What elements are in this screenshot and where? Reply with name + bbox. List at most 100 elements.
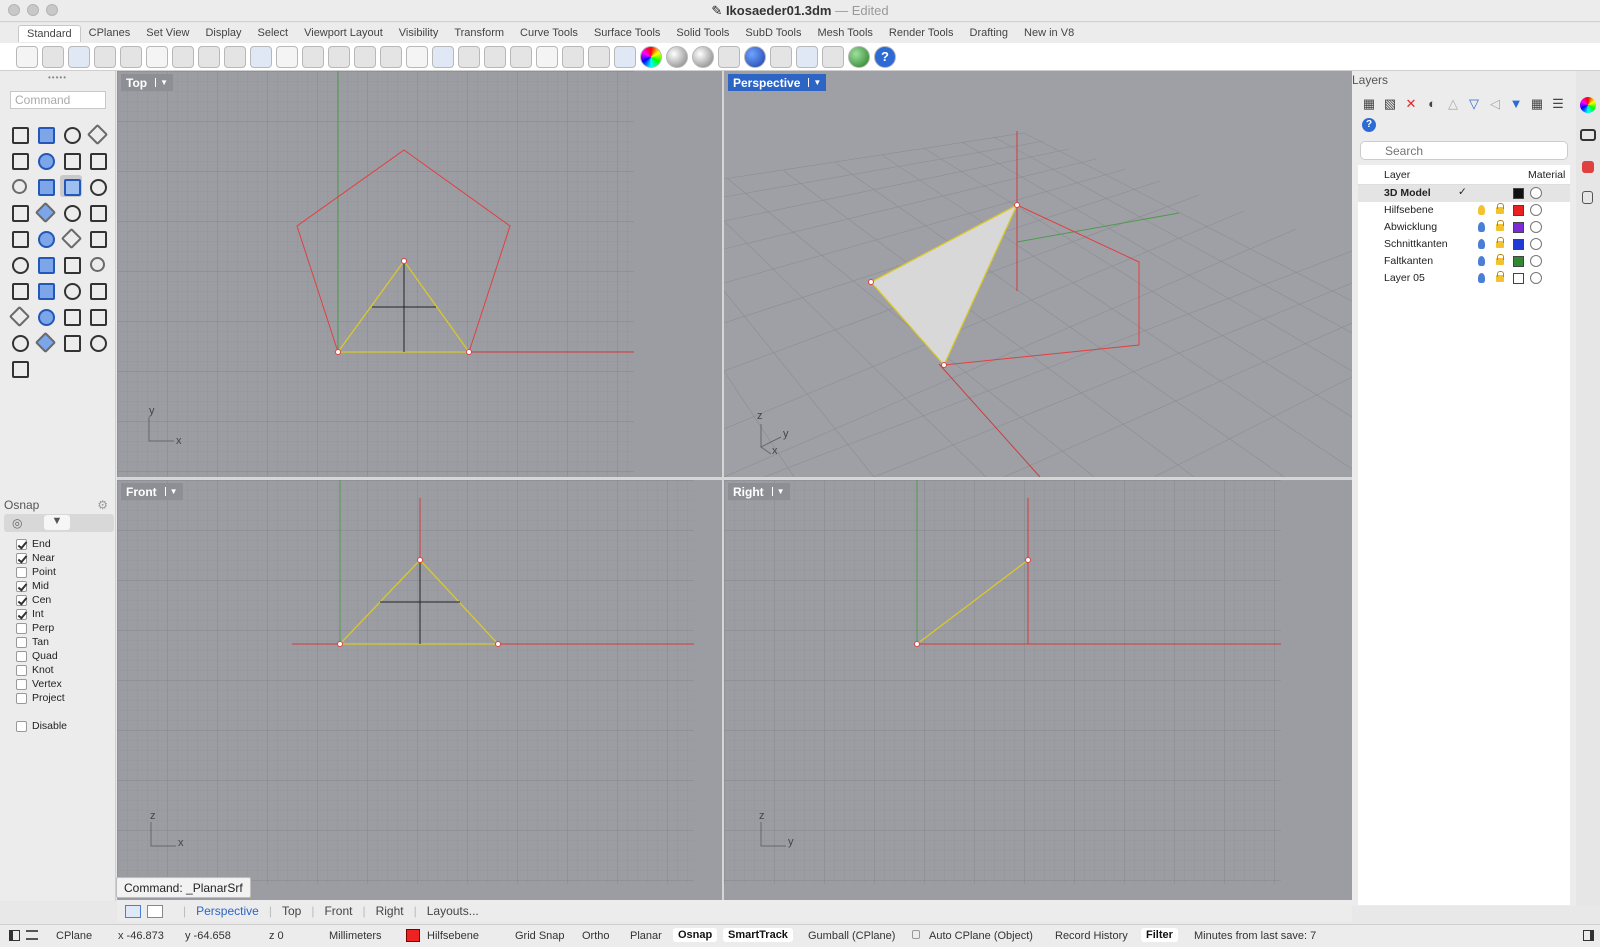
cplane-status[interactable]: CPlane [56,930,92,942]
text-icon[interactable] [8,279,30,301]
move-layer-down-icon[interactable]: ▽ [1467,97,1481,111]
help-icon[interactable]: ? [1362,118,1376,132]
group-icon[interactable] [8,253,30,275]
viewport-tab-layouts[interactable]: Layouts... [427,904,479,918]
layer-name[interactable]: Schnittkanten [1384,238,1448,250]
extrude-icon[interactable] [86,201,108,223]
checkbox[interactable] [16,552,27,564]
auto-cplane-toggle[interactable]: Auto CPlane (Object) [929,930,1033,942]
osnap-near[interactable]: Near [16,551,67,565]
check-icon[interactable] [60,331,82,353]
viewport-tab-front[interactable]: Front [324,904,352,918]
filter-toggle[interactable]: Filter [1141,928,1178,942]
join-icon[interactable] [86,227,108,249]
viewport-tab-right[interactable]: Right [376,904,404,918]
checkbox[interactable] [16,538,27,550]
osnap-vertex[interactable]: Vertex [16,677,67,691]
tab-transform[interactable]: Transform [446,25,512,42]
grid-icon[interactable] [484,46,506,68]
lock-icon[interactable] [1496,220,1504,231]
gumball-toggle[interactable]: Gumball (CPlane) [808,930,895,942]
osnap-toggle[interactable]: Osnap [673,928,718,942]
gears-icon[interactable] [796,46,818,68]
copy-icon[interactable] [172,46,194,68]
zoom-selected-icon[interactable] [380,46,402,68]
paint-icon[interactable] [8,357,30,379]
point-icon[interactable] [34,123,56,145]
layer-name[interactable]: Abwicklung [1384,221,1437,233]
dimension-icon[interactable] [34,279,56,301]
color-wheel-icon[interactable] [640,46,662,68]
planar-surface-icon[interactable] [60,175,82,197]
tab-solid-tools[interactable]: Solid Tools [668,25,737,42]
osnap-filter-icon[interactable]: ▼ [44,515,70,530]
viewport-right[interactable]: z y Right ▼ [724,480,1352,900]
single-viewport-icon[interactable] [147,904,163,918]
save-icon[interactable] [68,46,90,68]
render-sphere-icon[interactable] [744,46,766,68]
layer-tools-icon[interactable]: ◐ [1425,97,1439,111]
layers-tab-icon[interactable] [1582,161,1594,173]
move-view-icon[interactable] [276,46,298,68]
tab-mesh-tools[interactable]: Mesh Tools [809,25,880,42]
viewport-perspective[interactable]: z y x Perspective ▼ [724,71,1352,477]
layer-name[interactable]: 3D Model [1384,187,1431,199]
circle-icon[interactable] [8,149,30,171]
layer-color-swatch[interactable] [1513,273,1524,284]
pan-hand-icon[interactable] [250,46,272,68]
polyline-icon[interactable] [60,123,82,145]
chevron-down-icon[interactable]: ▼ [771,487,785,496]
new-file-icon[interactable] [16,46,38,68]
grid-snap-toggle[interactable]: Grid Snap [515,930,565,942]
curve-icon[interactable] [86,123,108,145]
material-icon[interactable] [1530,255,1542,267]
viewport-label-front[interactable]: Front ▼ [121,483,183,500]
layer-color-swatch[interactable] [1513,256,1524,267]
column-material[interactable]: Material [1528,169,1565,181]
rotate-view-icon[interactable] [406,46,428,68]
lightbulb-icon[interactable] [1478,256,1485,266]
checkbox[interactable] [16,636,27,648]
new-layer-icon[interactable]: ▦ [1362,97,1376,111]
osnap-quad[interactable]: Quad [16,649,67,663]
smarttrack-toggle[interactable]: SmartTrack [723,928,793,942]
planar-toggle[interactable]: Planar [630,930,662,942]
osnap-disable[interactable]: Disable [16,719,67,733]
drape-icon[interactable] [34,305,56,327]
tab-select[interactable]: Select [250,25,297,42]
viewport-top[interactable]: y x Top ▼ [117,71,722,477]
sphere-gray-icon[interactable] [666,46,688,68]
grid-array-icon[interactable] [60,305,82,327]
box-icon[interactable] [8,201,30,223]
sphere-icon[interactable] [34,201,56,223]
layer-color-swatch[interactable] [1513,239,1524,250]
light-icon[interactable] [562,46,584,68]
current-layer-status[interactable]: Hilfsebene [427,930,479,942]
checkbox[interactable] [16,608,27,620]
tab-standard[interactable]: Standard [18,25,81,42]
filter-icon[interactable]: ▼ [1509,97,1523,111]
material-icon[interactable] [1530,238,1542,250]
material-icon[interactable] [1530,204,1542,216]
new-sublayer-icon[interactable]: ▧ [1383,97,1397,111]
lock-icon[interactable] [1496,203,1504,214]
viewport-front[interactable]: z x Front ▼ [117,480,722,900]
layer-name[interactable]: Layer 05 [1384,272,1425,284]
layer-row[interactable]: 3D Model ✓ [1358,185,1570,202]
mesh-icon[interactable] [8,331,30,353]
document-icon[interactable] [1582,191,1593,204]
block-icon[interactable] [8,305,30,327]
viewport-label-right[interactable]: Right ▼ [728,483,790,500]
layer-color-swatch[interactable] [406,929,420,942]
measure-icon[interactable] [86,279,108,301]
paste-icon[interactable] [198,46,220,68]
checkbox[interactable] [16,622,27,634]
help-icon[interactable]: ? [874,46,896,68]
offset-icon[interactable] [86,253,108,275]
polygon-icon[interactable] [60,149,82,171]
display-icon[interactable] [1580,129,1596,141]
layer-color-swatch[interactable] [1513,188,1524,199]
ortho-toggle[interactable]: Ortho [582,930,610,942]
lock-icon[interactable] [588,46,610,68]
layer-name[interactable]: Faltkanten [1384,255,1433,267]
